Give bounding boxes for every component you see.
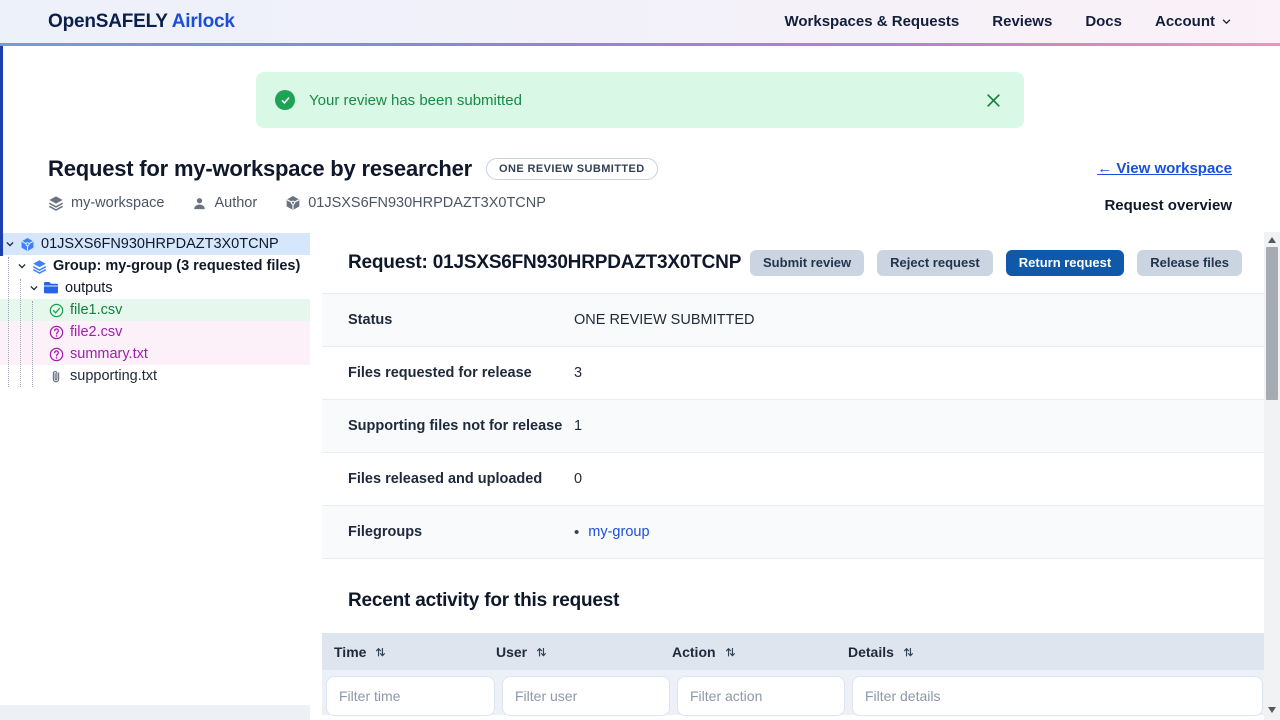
- activity-table-header: Time User Action Details: [322, 633, 1264, 670]
- column-header-details: Details: [848, 644, 1264, 660]
- column-header-time: Time: [322, 644, 496, 660]
- tree-indent-guide: [20, 279, 21, 387]
- nav-account-menu[interactable]: Account: [1155, 13, 1232, 30]
- brand-secondary: Airlock: [171, 10, 235, 32]
- meta-author: Author: [192, 195, 257, 211]
- brand-primary: OpenSAFELY: [48, 10, 168, 32]
- scrollbar-thumb[interactable]: [1266, 247, 1278, 400]
- sort-icon[interactable]: [902, 645, 915, 659]
- close-icon[interactable]: [983, 90, 1004, 111]
- check-circle-icon: [48, 303, 64, 318]
- chevron-down-icon[interactable]: [16, 261, 28, 271]
- layers-icon: [48, 195, 64, 211]
- tree-horizontal-scrollbar[interactable]: [0, 705, 310, 720]
- request-details-table: Status ONE REVIEW SUBMITTED Files reques…: [322, 293, 1264, 559]
- tree-indent-guide: [8, 257, 9, 387]
- nav-reviews[interactable]: Reviews: [992, 13, 1052, 30]
- cube-icon: [285, 195, 301, 211]
- column-header-action: Action: [672, 644, 848, 660]
- activity-section-title: Recent activity for this request: [348, 590, 620, 611]
- activity-filter-row: [322, 670, 1264, 716]
- submit-review-button[interactable]: Submit review: [750, 249, 865, 276]
- brand-logo[interactable]: OpenSAFELY Airlock: [48, 11, 235, 33]
- page-body: Your review has been submitted Request f…: [0, 46, 1280, 720]
- status-badge: ONE REVIEW SUBMITTED: [486, 158, 658, 180]
- filegroup-link[interactable]: my-group: [588, 524, 649, 540]
- request-panel: Request: 01JSXS6FN930HRPDAZT3X0TCNP Subm…: [322, 232, 1264, 720]
- meta-request-id: 01JSXS6FN930HRPDAZT3X0TCNP: [285, 195, 546, 211]
- sort-icon[interactable]: [724, 645, 737, 659]
- release-files-button[interactable]: Release files: [1137, 249, 1242, 276]
- cube-icon: [19, 237, 35, 252]
- alert-message: Your review has been submitted: [309, 91, 522, 109]
- meta-workspace: my-workspace: [48, 195, 164, 211]
- tree-item-summary[interactable]: summary.txt: [0, 343, 310, 365]
- filter-details-input[interactable]: [852, 676, 1263, 716]
- tree-item-file1[interactable]: file1.csv: [0, 299, 310, 321]
- success-alert: Your review has been submitted: [256, 72, 1024, 128]
- file-tree: 01JSXS6FN930HRPDAZT3X0TCNP Group: my-gro…: [0, 233, 310, 387]
- question-circle-icon: [48, 325, 64, 340]
- filter-user-input[interactable]: [502, 676, 670, 716]
- tree-item-supporting[interactable]: supporting.txt: [0, 365, 310, 387]
- bullet-marker: •: [574, 523, 580, 541]
- layers-icon: [31, 259, 47, 274]
- paperclip-icon: [48, 369, 64, 384]
- request-overview-label: Request overview: [1104, 197, 1232, 214]
- scroll-up-arrow[interactable]: [1268, 237, 1276, 243]
- nav-workspaces-requests[interactable]: Workspaces & Requests: [784, 13, 959, 30]
- chevron-down-icon[interactable]: [4, 239, 16, 249]
- sort-icon[interactable]: [535, 645, 548, 659]
- tree-item-request-root[interactable]: 01JSXS6FN930HRPDAZT3X0TCNP: [0, 233, 310, 255]
- detail-row-files-requested: Files requested for release 3: [322, 346, 1264, 399]
- chevron-down-icon: [1221, 16, 1232, 27]
- vertical-scrollbar[interactable]: [1264, 232, 1280, 720]
- chevron-down-icon[interactable]: [28, 283, 40, 293]
- check-circle-icon: [275, 90, 295, 110]
- detail-row-filegroups: Filegroups • my-group: [322, 505, 1264, 558]
- nav-docs[interactable]: Docs: [1085, 13, 1122, 30]
- column-header-user: User: [496, 644, 672, 660]
- request-actions: Submit review Reject request Return requ…: [750, 249, 1242, 276]
- detail-row-supporting-files: Supporting files not for release 1: [322, 399, 1264, 452]
- tree-indent-guide: [32, 301, 33, 387]
- request-meta: my-workspace Author 01JSXS6FN930HRPDAZT3…: [48, 195, 546, 211]
- view-workspace-link[interactable]: ← View workspace: [1097, 160, 1232, 177]
- scroll-down-arrow[interactable]: [1268, 707, 1276, 713]
- request-panel-header: Request: 01JSXS6FN930HRPDAZT3X0TCNP Subm…: [322, 232, 1264, 293]
- reject-request-button[interactable]: Reject request: [877, 249, 993, 276]
- primary-nav: Workspaces & Requests Reviews Docs Accou…: [784, 13, 1232, 30]
- sort-icon[interactable]: [374, 645, 387, 659]
- tree-item-file2[interactable]: file2.csv: [0, 321, 310, 343]
- folder-icon: [43, 281, 59, 295]
- airlock-app: OpenSAFELY Airlock Workspaces & Requests …: [0, 0, 1280, 720]
- question-circle-icon: [48, 347, 64, 362]
- detail-row-files-released: Files released and uploaded 0: [322, 452, 1264, 505]
- request-panel-title: Request: 01JSXS6FN930HRPDAZT3X0TCNP: [348, 251, 742, 273]
- detail-row-status: Status ONE REVIEW SUBMITTED: [322, 293, 1264, 346]
- filter-time-input[interactable]: [326, 676, 495, 716]
- filter-action-input[interactable]: [677, 676, 845, 716]
- tree-item-group[interactable]: Group: my-group (3 requested files): [0, 255, 310, 277]
- top-nav-bar: OpenSAFELY Airlock Workspaces & Requests …: [0, 0, 1280, 43]
- tree-item-outputs-folder[interactable]: outputs: [0, 277, 310, 299]
- return-request-button[interactable]: Return request: [1005, 249, 1125, 276]
- page-title: Request for my-workspace by researcher O…: [48, 156, 658, 182]
- user-icon: [192, 196, 207, 211]
- left-edge-indicator: [0, 46, 3, 256]
